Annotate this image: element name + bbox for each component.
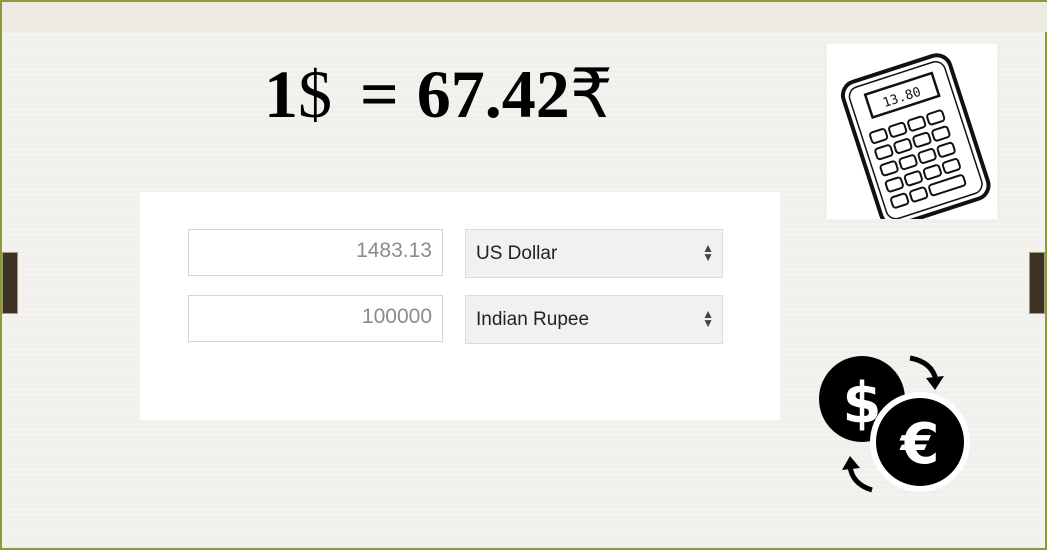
amount-input-1[interactable]: 1483.13: [188, 229, 443, 276]
top-strip: [2, 2, 1047, 32]
calculator-icon: 13.80: [827, 44, 997, 219]
slide: 1$ = 67.42₹ 1483.13 US Dollar ▲ ▼ 100000 In…: [0, 0, 1047, 550]
currency-select-2[interactable]: Indian Rupee ▲ ▼: [465, 295, 723, 344]
select-arrows-icon: ▲ ▼: [702, 307, 714, 330]
euro-icon: €: [899, 412, 940, 477]
currency-select-1[interactable]: US Dollar ▲ ▼: [465, 229, 723, 278]
amount-input-2[interactable]: 100000: [188, 295, 443, 342]
currency-exchange-icon: $ €: [819, 355, 970, 493]
currency-select-2-value: Indian Rupee: [476, 309, 590, 330]
select-arrows-icon: ▲ ▼: [702, 241, 714, 264]
rate-rhs-symbol: ₹: [569, 56, 614, 132]
currency-select-1-value: US Dollar: [476, 243, 558, 264]
converter-panel: 1483.13 US Dollar ▲ ▼ 100000 Indian Rupee…: [140, 192, 780, 420]
rate-lhs-number: 1: [264, 56, 298, 132]
right-nav-tab[interactable]: [1029, 252, 1045, 314]
exchange-rate-heading: 1$ = 67.42₹: [264, 54, 613, 134]
rate-rhs-number: 67.42: [416, 56, 570, 132]
rate-lhs-symbol: $: [298, 56, 332, 132]
rate-equals: =: [360, 56, 399, 132]
left-nav-tab[interactable]: [2, 252, 18, 314]
